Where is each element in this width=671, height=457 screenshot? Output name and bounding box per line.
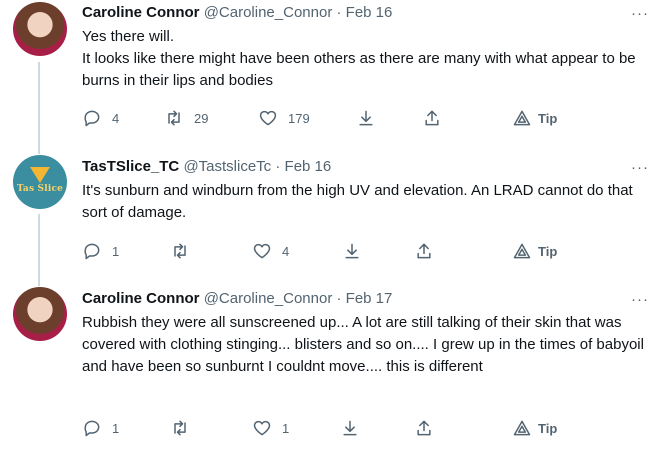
tip-label: Tip [538,243,558,259]
tweet-line: Yes there will. [82,28,174,45]
logo-text: Tas Slice [16,183,64,194]
tweet-date[interactable]: Feb 17 [346,290,393,307]
tweet-date[interactable]: Feb 16 [285,158,332,175]
tip-button[interactable]: Tip [512,241,557,261]
like-icon [259,110,277,126]
tweet-date[interactable]: Feb 16 [346,4,393,21]
like-icon [253,243,271,259]
bookmark-icon [343,420,357,436]
like-button[interactable]: 4 [252,241,289,261]
more-icon[interactable]: ··· [631,160,649,175]
tip-button[interactable]: Tip [512,108,557,128]
reply-icon [84,110,100,127]
tip-label: Tip [538,420,558,436]
tweet-text: Yes there will. It looks like there migh… [82,26,652,92]
tweet-line: It looks like there might have been othe… [82,50,636,89]
tweet[interactable]: Tas Slice TasTSlice_TC @TastsliceTc · Fe… [0,145,671,277]
share-button[interactable] [422,108,442,128]
share-button[interactable] [414,241,434,261]
tip-label: Tip [538,110,558,126]
logo-shape [30,166,50,183]
like-button[interactable]: 179 [258,108,310,128]
reply-button[interactable]: 1 [82,418,119,438]
share-icon [417,243,431,259]
like-icon [253,420,271,436]
reply-button[interactable]: 1 [82,241,119,261]
avatar[interactable]: Tas Slice [13,155,67,209]
like-count: 179 [288,110,310,126]
more-icon[interactable]: ··· [631,292,649,307]
share-button[interactable] [414,418,434,438]
avatar[interactable] [13,2,67,56]
retweet-button[interactable] [170,418,190,438]
author-name[interactable]: Caroline Connor [82,4,200,21]
tweet-text: Rubbish they were all sunscreened up... … [82,312,652,378]
reply-count: 4 [112,110,120,126]
tweet-text: It's sunburn and windburn from the high … [82,180,652,224]
retweet-icon [174,420,186,436]
bookmark-icon [345,243,359,259]
tip-icon [513,243,531,259]
author-name[interactable]: TasTSlice_TC [82,158,179,175]
retweet-button[interactable]: 29 [164,108,208,128]
avatar[interactable] [13,287,67,341]
like-button[interactable]: 1 [252,418,289,438]
reply-count: 1 [112,420,120,436]
bookmark-icon [359,110,373,126]
more-icon[interactable]: ··· [631,6,649,21]
author-handle[interactable]: @Caroline_Connor [204,290,333,307]
separator: · [336,4,342,21]
separator: · [336,290,342,307]
retweet-icon [174,243,186,259]
author-name[interactable]: Caroline Connor [82,290,200,307]
share-icon [425,110,439,126]
tweet[interactable]: Caroline Connor @Caroline_Connor · Feb 1… [0,277,671,457]
author-handle[interactable]: @Caroline_Connor [204,4,333,21]
tweet-header: TasTSlice_TC @TastsliceTc · Feb 16 [82,157,331,177]
bookmark-button[interactable] [342,241,362,261]
bookmark-button[interactable] [356,108,376,128]
reply-count: 1 [112,243,120,259]
reply-icon [84,243,100,260]
tweet-header: Caroline Connor @Caroline_Connor · Feb 1… [82,3,392,23]
retweet-count: 29 [194,110,209,126]
tip-icon [513,110,531,126]
tip-button[interactable]: Tip [512,418,557,438]
reply-icon [84,420,100,437]
retweet-button[interactable] [170,241,190,261]
like-count: 1 [282,420,290,436]
author-handle[interactable]: @TastsliceTc [183,158,271,175]
tip-icon [513,420,531,436]
tweet-header: Caroline Connor @Caroline_Connor · Feb 1… [82,289,392,309]
retweet-icon [168,110,180,126]
tweet-line: It's sunburn and windburn from the high … [82,182,633,221]
tweet-line: Rubbish they were all sunscreened up... … [82,314,644,375]
reply-button[interactable]: 4 [82,108,119,128]
separator: · [275,158,281,175]
share-icon [417,420,431,436]
tweet[interactable]: Caroline Connor @Caroline_Connor · Feb 1… [0,0,671,145]
like-count: 4 [282,243,290,259]
bookmark-button[interactable] [340,418,360,438]
